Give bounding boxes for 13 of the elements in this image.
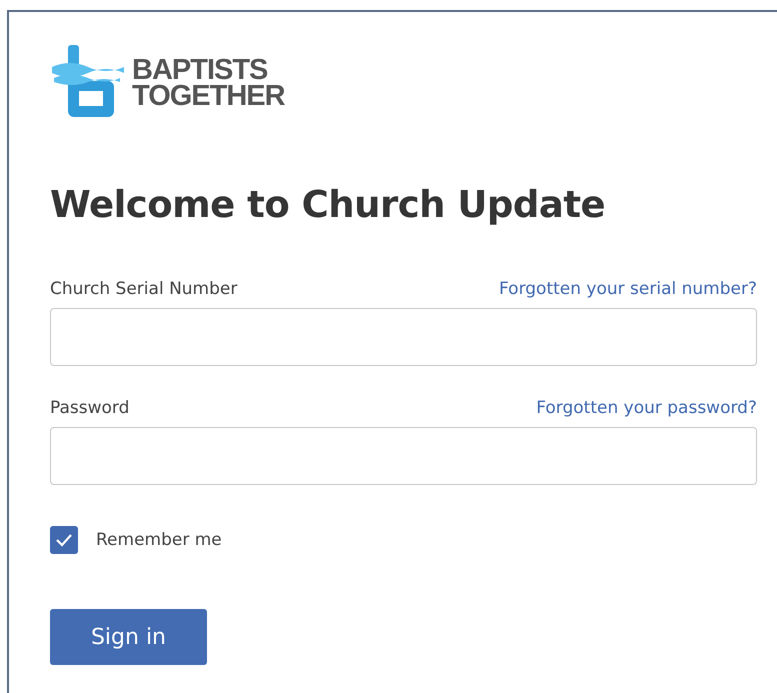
- checkbox[interactable]: [50, 526, 78, 554]
- checkbox-label: Remember me: [96, 530, 222, 550]
- forgot-link[interactable]: Forgotten your password?: [536, 398, 757, 418]
- forgot-link[interactable]: Forgotten your serial number?: [499, 279, 757, 299]
- input-field[interactable]: [50, 308, 757, 366]
- input-field[interactable]: [50, 427, 757, 485]
- field-label: Church Serial Number: [50, 279, 238, 299]
- check-icon: [55, 533, 73, 547]
- logo-text: TOGETHER: [132, 83, 285, 109]
- field-label: Password: [50, 398, 130, 418]
- logo-text: BAPTISTS: [132, 57, 268, 83]
- page-title: Welcome to Church Update: [50, 182, 606, 228]
- sign-in-button[interactable]: Sign in: [50, 609, 207, 665]
